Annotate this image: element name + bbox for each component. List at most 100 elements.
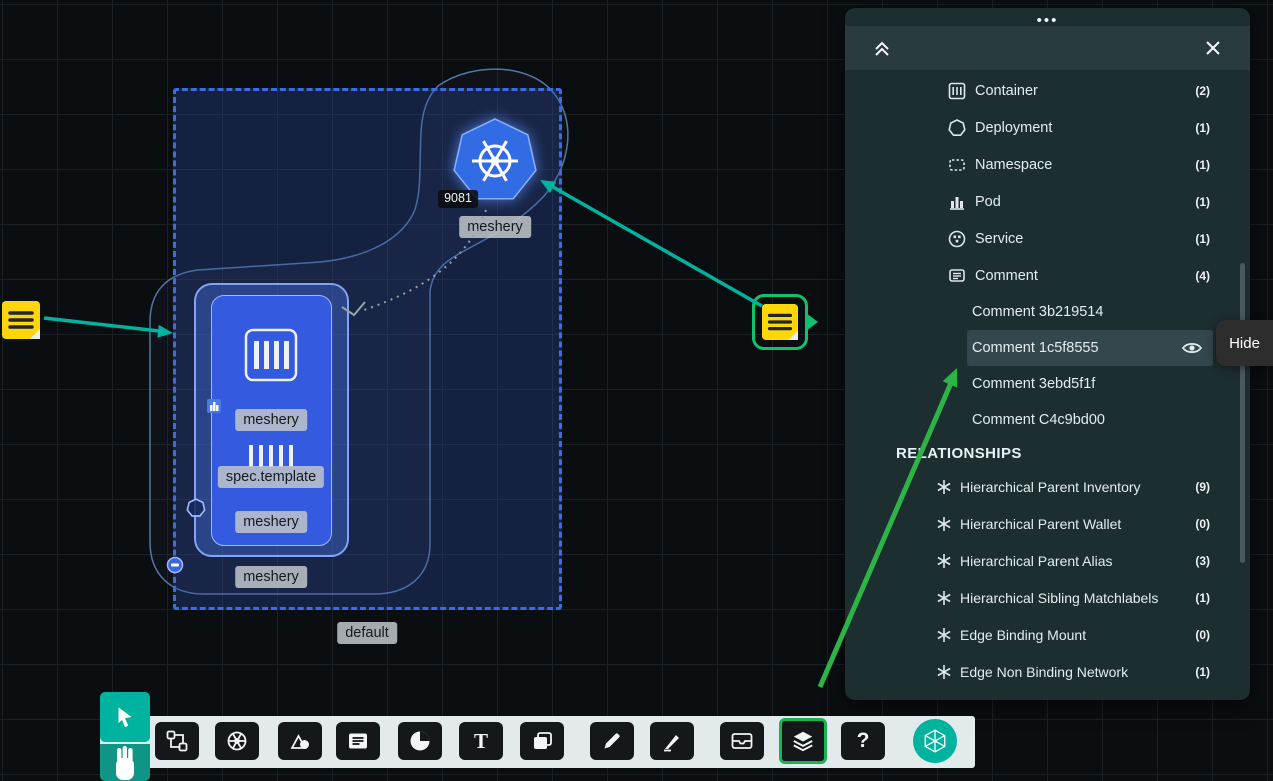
relationship-row[interactable]: Hierarchical Sibling Matchlabels (1) — [845, 579, 1250, 616]
component-row-deployment[interactable]: Deployment (1) — [845, 109, 1250, 146]
meshery-logo-icon — [922, 728, 948, 754]
relationship-label: Hierarchical Parent Inventory — [960, 479, 1141, 495]
component-count: (1) — [1195, 158, 1210, 172]
layers-tool-button[interactable] — [779, 718, 827, 764]
meshery-logo-button[interactable] — [913, 719, 957, 763]
relationship-icon — [936, 664, 952, 680]
component-row-pod[interactable]: Pod (1) — [845, 183, 1250, 220]
kubernetes-icon — [225, 729, 249, 753]
rectangle-tool-button[interactable] — [520, 722, 564, 760]
hide-tooltip: Hide — [1216, 320, 1273, 366]
deployment-badge-icon — [186, 498, 206, 518]
relationship-row[interactable]: Hierarchical Parent Inventory (9) — [845, 468, 1250, 505]
comment-item[interactable]: Comment C4c9bd00 — [967, 402, 1213, 438]
component-count: (1) — [1195, 121, 1210, 135]
port-label-chip: 9081 — [438, 190, 478, 208]
relationship-label: Hierarchical Parent Alias — [960, 553, 1113, 569]
pen-tool-button[interactable] — [590, 722, 634, 760]
relationship-count: (9) — [1195, 480, 1210, 494]
pod-label-chip: meshery — [235, 511, 307, 533]
cursor-tool-button[interactable] — [100, 692, 150, 742]
namespace-badge-icon — [166, 556, 184, 574]
container-icon[interactable] — [243, 327, 299, 383]
relationship-count: (0) — [1195, 517, 1210, 531]
flow-tool-button[interactable] — [155, 722, 199, 760]
relationship-row[interactable]: Hierarchical Parent Wallet (0) — [845, 505, 1250, 542]
hand-icon — [110, 744, 140, 781]
comment-icon — [948, 267, 966, 285]
deployment-label-chip: meshery — [235, 566, 307, 588]
relationship-count: (0) — [1195, 628, 1210, 642]
component-count: (4) — [1195, 269, 1210, 283]
help-button[interactable]: ? — [841, 722, 885, 760]
cursor-icon — [112, 704, 138, 730]
pen-icon — [600, 729, 624, 753]
doodle-tool-button[interactable] — [398, 722, 442, 760]
component-row-namespace[interactable]: Namespace (1) — [845, 146, 1250, 183]
text-tool-button[interactable]: T — [459, 722, 503, 760]
container-icon — [948, 82, 966, 100]
pod-badge-icon — [206, 398, 222, 414]
comment-item-label: Comment 3ebd5f1f — [972, 376, 1095, 392]
service-icon — [948, 230, 966, 248]
component-count: (1) — [1195, 232, 1210, 246]
panel-header — [845, 26, 1250, 70]
layers-icon — [790, 728, 816, 754]
relationship-icon — [936, 516, 952, 532]
relationship-icon — [936, 479, 952, 495]
namespace-icon — [948, 156, 966, 174]
comment-tool-button[interactable] — [336, 722, 380, 760]
tray-tool-button[interactable] — [720, 722, 764, 760]
spec-template-label-chip: spec.template — [218, 466, 324, 488]
collapse-panel-icon[interactable] — [871, 37, 893, 59]
comment-item[interactable]: Comment 3b219514 — [967, 294, 1213, 330]
relationship-count: (1) — [1195, 591, 1210, 605]
component-count: (1) — [1195, 195, 1210, 209]
relationship-label: Edge Non Binding Network — [960, 664, 1128, 680]
relationship-icon — [936, 590, 952, 606]
pod-icon — [948, 193, 966, 211]
relationship-label: Edge Binding Mount — [960, 627, 1086, 643]
comment-item-selected[interactable]: Comment 1c5f8555 — [967, 330, 1213, 366]
hide-eye-icon[interactable] — [1181, 340, 1203, 356]
component-label: Deployment — [975, 120, 1052, 136]
relationship-label: Hierarchical Sibling Matchlabels — [960, 590, 1158, 606]
panel-scrollbar[interactable] — [1240, 263, 1245, 563]
component-label: Pod — [975, 194, 1001, 210]
shapes-icon — [288, 729, 312, 753]
comment-tool-icon — [346, 729, 370, 753]
container-label-chip: meshery — [235, 409, 307, 431]
relationship-row[interactable]: Edge Non Binding Network (1) — [845, 653, 1250, 690]
relationship-row[interactable]: Hierarchical Parent Alias (3) — [845, 542, 1250, 579]
comment-item[interactable]: Comment 3ebd5f1f — [967, 366, 1213, 402]
relationship-row[interactable]: Edge Binding Mount (0) — [845, 616, 1250, 653]
shapes-tool-button[interactable] — [278, 722, 322, 760]
component-row-container[interactable]: Container (2) — [845, 72, 1250, 109]
brush-tool-button[interactable] — [650, 722, 694, 760]
comment-item-label: Comment 1c5f8555 — [972, 340, 1099, 356]
component-label: Comment — [975, 268, 1038, 284]
comment-item-label: Comment C4c9bd00 — [972, 412, 1105, 428]
relationship-label: Hierarchical Parent Wallet — [960, 516, 1121, 532]
more-options-icon[interactable]: ••• — [845, 8, 1250, 26]
brush-icon — [660, 729, 684, 753]
component-row-service[interactable]: Service (1) — [845, 220, 1250, 257]
comment-node-right[interactable] — [762, 304, 798, 340]
flow-icon — [165, 729, 189, 753]
component-label: Namespace — [975, 157, 1052, 173]
close-icon[interactable] — [1202, 37, 1224, 59]
pan-tool-button[interactable] — [100, 744, 150, 781]
kubernetes-tool-button[interactable] — [215, 722, 259, 760]
service-label-chip: meshery — [459, 216, 531, 238]
namespace-label-chip: default — [337, 622, 397, 644]
relationship-icon — [936, 553, 952, 569]
hide-tooltip-label: Hide — [1229, 335, 1260, 352]
details-panel: ••• Container (2 — [845, 8, 1250, 700]
component-row-comment[interactable]: Comment (4) — [845, 257, 1250, 294]
doodle-icon — [408, 729, 432, 753]
component-label: Container — [975, 83, 1038, 99]
text-tool-icon: T — [474, 729, 488, 754]
comment-node-left[interactable] — [2, 301, 40, 339]
relationship-count: (1) — [1195, 665, 1210, 679]
relationships-header: RELATIONSHIPS — [845, 438, 1250, 468]
